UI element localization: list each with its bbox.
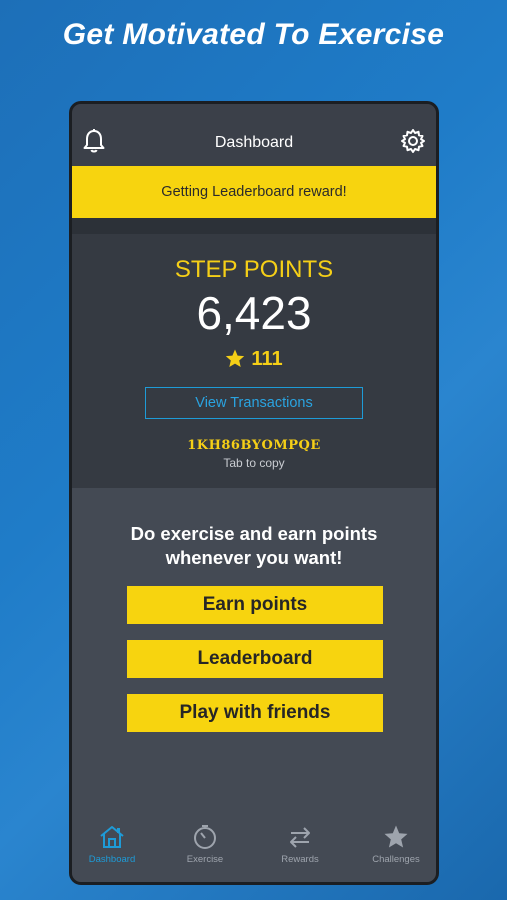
stars-count-row: 111 (72, 348, 436, 371)
gear-icon[interactable] (400, 128, 426, 154)
stopwatch-icon (194, 825, 216, 849)
tab-label: Exercise (186, 854, 224, 865)
star-icon (226, 349, 245, 367)
home-icon (100, 826, 124, 848)
copy-hint: Tab to copy (223, 456, 285, 470)
view-transactions-button[interactable]: View Transactions (145, 387, 363, 419)
leaderboard-button[interactable]: Leaderboard (127, 640, 383, 678)
swap-arrows-icon (290, 827, 310, 848)
tab-label: Dashboard (88, 854, 136, 865)
step-points-label: STEP POINTS (174, 256, 334, 283)
step-points-value: 6,423 (196, 287, 312, 339)
tab-rewards[interactable]: Rewards (254, 824, 346, 865)
tab-dashboard[interactable]: Dashboard (72, 824, 158, 865)
tab-exercise[interactable]: Exercise (159, 824, 251, 865)
star-icon (384, 825, 408, 848)
promo-headline: Get Motivated To Exercise (62, 18, 445, 51)
phone-screen: Dashboard Getting Leaderboard reward! ST… (69, 101, 439, 885)
earn-points-button[interactable]: Earn points (127, 586, 383, 624)
referral-code[interactable]: 1KH86BYOMPQE (72, 438, 436, 453)
promo-text: Do exercise and earn points whenever you… (130, 523, 378, 568)
top-bar: Dashboard (72, 104, 436, 166)
actions-section: Do exercise and earn points whenever you… (72, 488, 436, 818)
step-points-card: STEP POINTS 6,423 111 View Transactions … (72, 234, 436, 488)
reward-banner[interactable]: Getting Leaderboard reward! (72, 166, 436, 218)
stars-count: 111 (251, 348, 283, 370)
tab-label: Challenges (372, 854, 420, 865)
tab-challenges[interactable]: Challenges (350, 824, 436, 865)
page-title: Dashboard (214, 134, 294, 151)
play-with-friends-button[interactable]: Play with friends (127, 694, 383, 732)
bottom-tab-bar: Dashboard Exercise Rewards Challenges (72, 816, 436, 882)
tab-label: Rewards (281, 854, 319, 865)
